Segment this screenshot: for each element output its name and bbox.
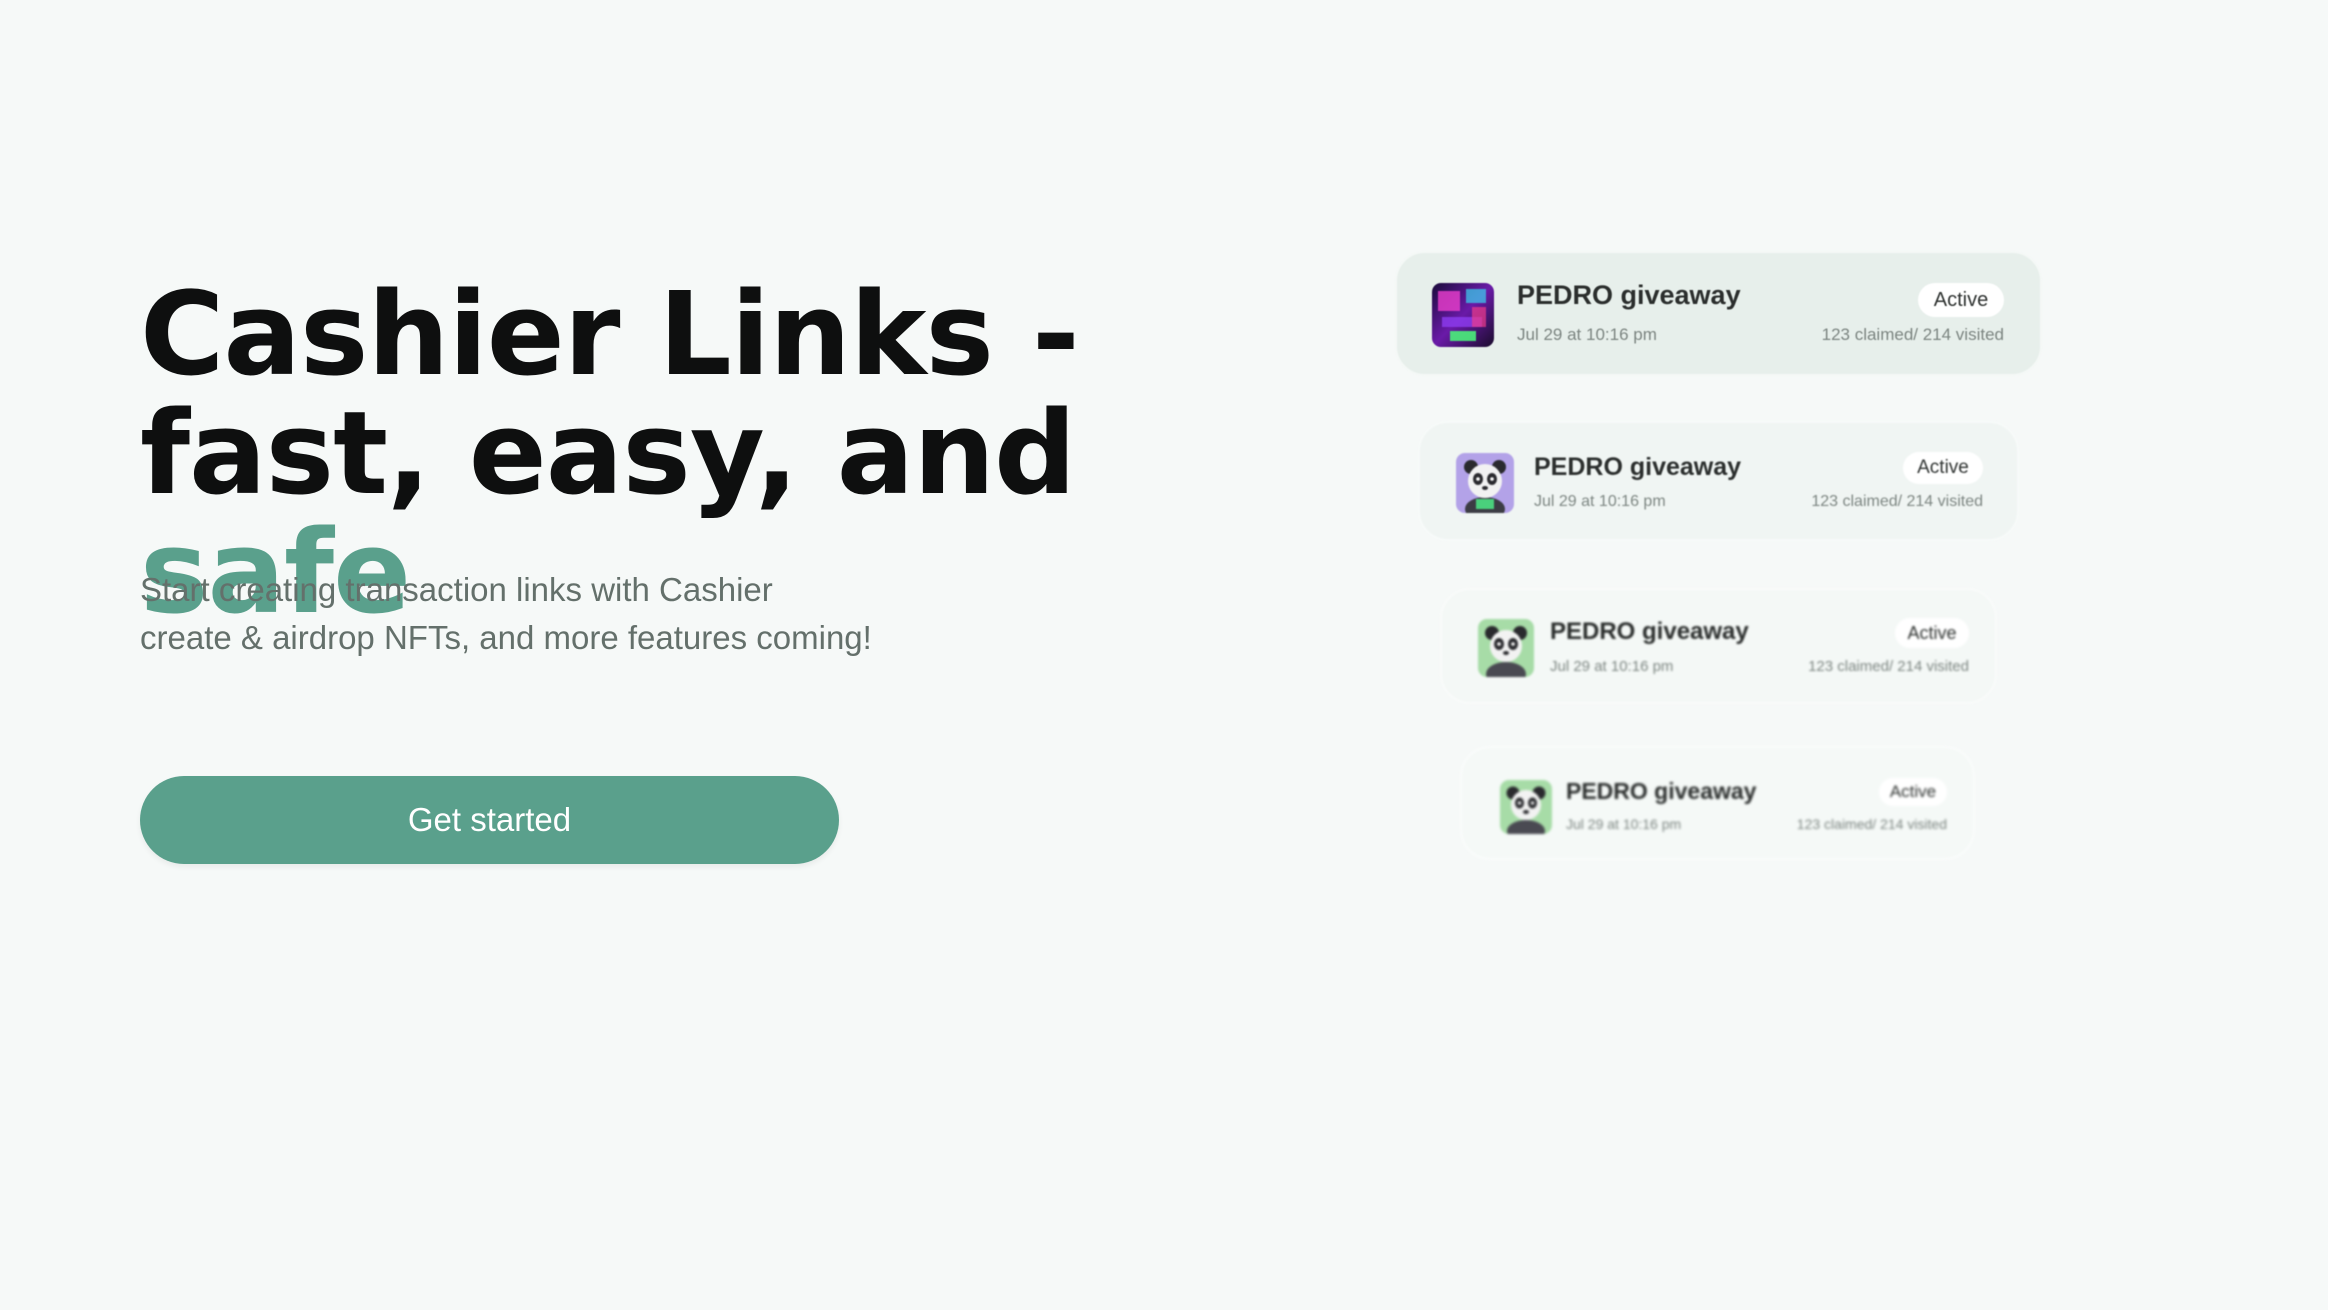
subtitle-line-2: create & airdrop NFTs, and more features… bbox=[140, 619, 872, 656]
card-stats: 123 claimed/ 214 visited bbox=[1808, 658, 1969, 675]
headline-line-2: fast, easy, and bbox=[140, 387, 1076, 521]
giveaway-card[interactable]: PEDRO giveaway Jul 29 at 10:16 pm Active… bbox=[1440, 588, 1997, 704]
panda-avatar-icon bbox=[1500, 780, 1552, 834]
panda-avatar-icon bbox=[1478, 619, 1534, 677]
card-date: Jul 29 at 10:16 pm bbox=[1566, 816, 1682, 832]
card-date: Jul 29 at 10:16 pm bbox=[1550, 658, 1674, 675]
status-badge: Active bbox=[1903, 452, 1983, 484]
card-date: Jul 29 at 10:16 pm bbox=[1534, 493, 1666, 510]
card-stats: 123 claimed/ 214 visited bbox=[1796, 816, 1947, 832]
panda-avatar-icon bbox=[1456, 453, 1514, 513]
card-date: Jul 29 at 10:16 pm bbox=[1517, 325, 1657, 344]
status-badge: Active bbox=[1879, 778, 1947, 806]
status-badge: Active bbox=[1895, 618, 1969, 648]
card-stats: 123 claimed/ 214 visited bbox=[1811, 493, 1983, 510]
headline-line-1: Cashier Links - bbox=[140, 268, 1080, 402]
giveaway-card[interactable]: PEDRO giveaway Jul 29 at 10:16 pm Active… bbox=[1460, 746, 1975, 860]
card-title: PEDRO giveaway bbox=[1550, 618, 1749, 645]
giveaway-card[interactable]: PEDRO giveaway Jul 29 at 10:16 pm Active… bbox=[1418, 421, 2019, 541]
neon-room-art-icon bbox=[1432, 283, 1494, 347]
card-title: PEDRO giveaway bbox=[1534, 453, 1742, 481]
giveaway-card[interactable]: PEDRO giveaway Jul 29 at 10:16 pm Active… bbox=[1395, 251, 2042, 376]
subtitle-line-1: Start creating transaction links with Ca… bbox=[140, 571, 773, 608]
card-title: PEDRO giveaway bbox=[1517, 280, 1741, 310]
status-badge: Active bbox=[1918, 283, 2004, 317]
card-title: PEDRO giveaway bbox=[1566, 778, 1757, 804]
hero-subtitle: Start creating transaction links with Ca… bbox=[140, 566, 1040, 662]
card-stats: 123 claimed/ 214 visited bbox=[1821, 325, 2004, 344]
get-started-button[interactable]: Get started bbox=[140, 776, 839, 864]
